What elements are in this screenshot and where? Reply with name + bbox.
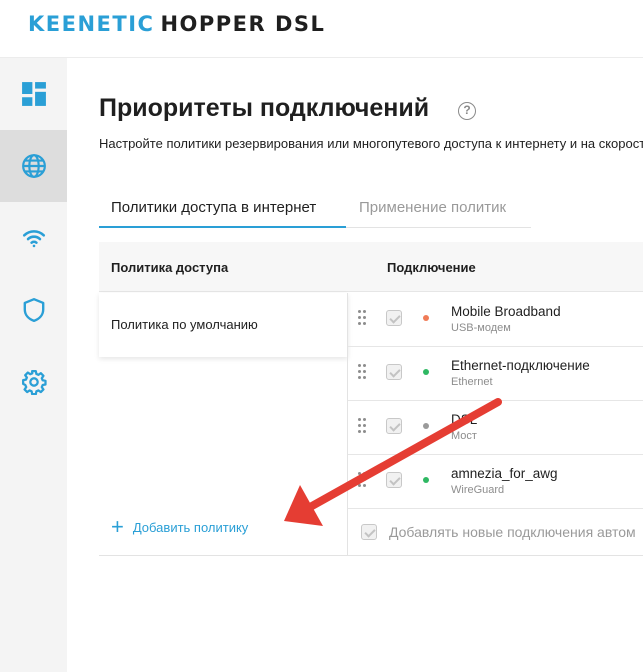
- sidebar-item-internet[interactable]: [0, 130, 67, 202]
- sidebar: [0, 58, 67, 672]
- shield-icon: [23, 297, 44, 323]
- plus-icon: +: [111, 514, 124, 539]
- connection-row: DSL Мост: [348, 401, 643, 455]
- tab-policy-application[interactable]: Применение политик: [359, 196, 506, 227]
- drag-handle-icon[interactable]: [358, 418, 368, 434]
- table-bottom-border: [99, 555, 643, 556]
- connection-row: Mobile Broadband USB-модем: [348, 293, 643, 347]
- drag-handle-icon[interactable]: [358, 310, 368, 326]
- wifi-icon: [22, 230, 45, 248]
- brand-model: HOPPER DSL: [160, 12, 326, 36]
- connection-type: Ethernet: [451, 376, 493, 388]
- connection-row: Ethernet-подключение Ethernet: [348, 347, 643, 401]
- connection-name: Mobile Broadband: [451, 304, 561, 319]
- connection-name: DSL: [451, 412, 478, 427]
- status-dot: [423, 369, 429, 375]
- connection-row: amnezia_for_awg WireGuard: [348, 455, 643, 509]
- add-policy-button[interactable]: + Добавить политику: [111, 516, 248, 538]
- table-header: Политика доступа Подключение: [99, 242, 643, 292]
- policy-row-default[interactable]: Политика по умолчанию: [99, 293, 348, 357]
- sidebar-item-wifi[interactable]: [0, 202, 67, 274]
- drag-handle-icon[interactable]: [358, 364, 368, 380]
- sidebar-item-security[interactable]: [0, 274, 67, 346]
- auto-add-checkbox[interactable]: [361, 524, 377, 540]
- top-bar: KEENETIC HOPPER DSL: [0, 0, 643, 58]
- help-icon[interactable]: ?: [458, 102, 476, 120]
- connection-checkbox[interactable]: [386, 472, 402, 488]
- connection-checkbox[interactable]: [386, 364, 402, 380]
- page-subtitle: Настройте политики резервирования или мн…: [99, 136, 643, 151]
- brand-name: KEENETIC: [28, 12, 155, 36]
- tab-internet-access-policies[interactable]: Политики доступа в интернет: [99, 196, 346, 228]
- add-policy-label: Добавить политику: [132, 519, 249, 535]
- column-header-connection: Подключение: [387, 260, 476, 275]
- tab-bar: Политики доступа в интернет Применение п…: [99, 196, 531, 228]
- connection-type: WireGuard: [451, 484, 505, 496]
- connection-checkbox[interactable]: [386, 310, 402, 326]
- globe-icon: [21, 154, 46, 178]
- auto-add-label: Добавлять новые подключения автом: [389, 524, 636, 540]
- gear-icon: [21, 370, 47, 395]
- sidebar-item-dashboard[interactable]: [0, 58, 67, 130]
- column-header-policy: Политика доступа: [111, 260, 229, 275]
- status-dot: [423, 315, 429, 321]
- drag-handle-icon[interactable]: [358, 472, 368, 488]
- brand-logo[interactable]: KEENETIC HOPPER DSL: [28, 12, 325, 36]
- status-dot: [423, 477, 429, 483]
- status-dot: [423, 423, 429, 429]
- annotation-arrow-head: [284, 485, 323, 526]
- dashboard-icon: [21, 82, 46, 106]
- page-title: Приоритеты подключений: [99, 94, 430, 122]
- connection-type: USB-модем: [451, 322, 511, 334]
- connection-name: Ethernet-подключение: [451, 358, 590, 373]
- connection-name: amnezia_for_awg: [451, 466, 558, 481]
- connection-type: Мост: [451, 430, 477, 442]
- auto-add-row: Добавлять новые подключения автом: [348, 512, 643, 555]
- sidebar-item-settings[interactable]: [0, 346, 67, 418]
- connection-checkbox[interactable]: [386, 418, 402, 434]
